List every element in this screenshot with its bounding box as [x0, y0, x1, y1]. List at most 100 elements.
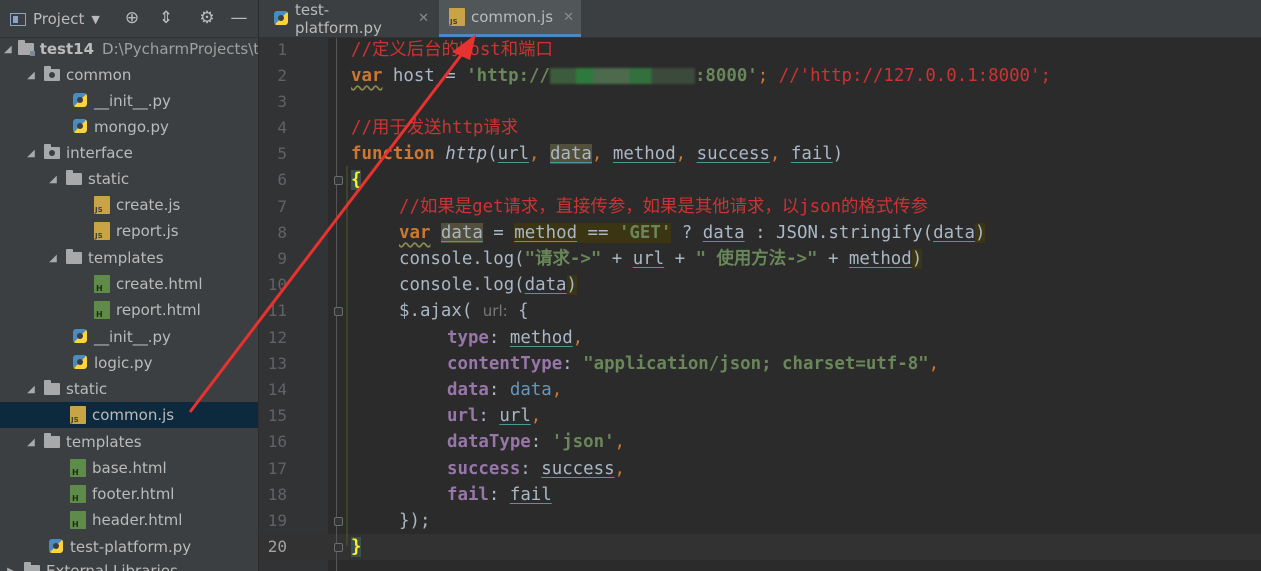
expand-triangle-icon[interactable]: ◢: [46, 174, 60, 185]
library-icon: [24, 562, 40, 571]
tree-item-file[interactable]: test-platform.py: [0, 534, 258, 560]
folder-icon: [66, 170, 82, 185]
javascript-file-icon: [94, 222, 110, 240]
tree-item-file[interactable]: base.html: [0, 455, 258, 481]
javascript-file-icon: [449, 8, 465, 26]
fold-marker-icon[interactable]: [334, 176, 343, 185]
line-number: 3: [277, 92, 287, 111]
line-number: 10: [267, 275, 287, 294]
project-path: D:\PycharmProjects\te: [102, 40, 259, 58]
javascript-file-icon: [94, 196, 110, 214]
collapse-triangle-icon[interactable]: ▶: [4, 566, 18, 571]
line-number: 7: [277, 197, 287, 216]
project-title: Project: [33, 10, 85, 28]
expand-triangle-icon[interactable]: ◢: [24, 148, 38, 159]
code-line-12: type: method,: [447, 328, 584, 348]
tree-item-label: report.html: [116, 301, 201, 319]
tree-item-file[interactable]: __init__.py: [0, 324, 258, 350]
fold-marker-icon[interactable]: [334, 543, 343, 552]
tree-item-label: __init__.py: [94, 92, 171, 110]
folder-icon: [44, 380, 60, 395]
expand-triangle-icon[interactable]: ◢: [24, 70, 38, 81]
tree-item-external-libraries[interactable]: ▶ External Libraries: [0, 558, 258, 571]
code-line-1: //定义后台的host和端口: [351, 37, 553, 63]
tree-item-project-root[interactable]: ◢ test14 D:\PycharmProjects\te: [0, 36, 259, 62]
tree-item-file[interactable]: create.html: [0, 271, 258, 297]
redacted-ip-block: [549, 68, 695, 84]
string-literal: 'http://: [466, 66, 550, 86]
tree-item-file[interactable]: header.html: [0, 507, 258, 533]
code-line-10: console.log(data): [399, 275, 578, 295]
project-icon: [10, 12, 26, 26]
tree-item-templates-folder[interactable]: ◢ templates: [0, 245, 258, 271]
tree-item-file[interactable]: footer.html: [0, 481, 258, 507]
hide-panel-icon[interactable]: —: [229, 8, 249, 28]
function-name: http: [445, 144, 488, 164]
code-text: $.ajax(: [399, 301, 473, 321]
line-number: 19: [267, 511, 287, 530]
python-file-icon: [273, 10, 289, 28]
tree-item-label: base.html: [92, 459, 167, 477]
code-line-13: contentType: "application/json; charset=…: [447, 354, 940, 374]
code-line-20: }: [351, 534, 362, 560]
scroll-from-source-icon[interactable]: ⊕: [122, 8, 142, 28]
fold-marker-icon[interactable]: [334, 517, 343, 526]
line-number: 18: [267, 485, 287, 504]
tree-item-file[interactable]: __init__.py: [0, 88, 258, 114]
param: method: [509, 328, 573, 348]
python-file-icon: [72, 92, 88, 110]
tree-item-label: test-platform.py: [70, 538, 192, 556]
python-file-icon: [72, 354, 88, 372]
tree-item-label: templates: [88, 249, 164, 267]
collapse-all-icon[interactable]: ⇕: [156, 8, 176, 28]
code-line-7: //如果是get请求，直接传参，如果是其他请求，以json的格式传参: [399, 194, 928, 220]
close-tab-icon[interactable]: ✕: [563, 10, 574, 25]
line-number: 14: [267, 380, 287, 399]
html-file-icon: [70, 511, 86, 529]
line-number: 9: [277, 249, 287, 268]
comment: //用于发送http请求: [351, 118, 519, 138]
code-text: });: [399, 511, 431, 531]
tree-item-static-folder[interactable]: ◢ static: [0, 376, 258, 402]
fold-marker-icon[interactable]: [334, 307, 343, 316]
tree-item-file[interactable]: logic.py: [0, 350, 258, 376]
expand-triangle-icon[interactable]: ◢: [4, 44, 12, 55]
tree-item-static-folder[interactable]: ◢ static: [0, 166, 258, 192]
project-view-selector[interactable]: Project ▼: [10, 9, 100, 29]
python-file-icon: [72, 118, 88, 136]
project-folder-icon: [17, 40, 35, 56]
tree-item-label: logic.py: [94, 354, 153, 372]
close-tab-icon[interactable]: ✕: [418, 11, 429, 26]
tree-item-file[interactable]: report.js: [0, 218, 258, 244]
tree-item-interface-folder[interactable]: ◢ interface: [0, 140, 258, 166]
tree-item-file[interactable]: mongo.py: [0, 114, 258, 140]
scope-indicator: [346, 166, 348, 546]
package-folder-icon: [44, 144, 60, 159]
expand-triangle-icon[interactable]: ◢: [24, 437, 38, 448]
tab-test-platform-py[interactable]: test-platform.py ✕: [263, 0, 439, 37]
expand-triangle-icon[interactable]: ◢: [46, 253, 60, 264]
param: url: [497, 144, 530, 164]
expand-triangle-icon[interactable]: ◢: [24, 384, 38, 395]
object-key: type: [447, 328, 489, 348]
tree-item-templates-folder[interactable]: ◢ templates: [0, 429, 258, 455]
settings-gear-icon[interactable]: ⚙: [197, 8, 217, 28]
param: fail: [509, 485, 552, 505]
keyword-var: var: [399, 223, 431, 243]
tree-item-common-folder[interactable]: ◢ common: [0, 62, 258, 88]
gutter-separator: [336, 38, 337, 571]
html-file-icon: [94, 301, 110, 319]
tree-item-file[interactable]: report.html: [0, 297, 258, 323]
tree-item-selected-file[interactable]: common.js: [0, 402, 258, 428]
tree-item-file[interactable]: create.js: [0, 192, 258, 218]
folder-icon: [66, 249, 82, 264]
editor-tab-bar: test-platform.py ✕ common.js ✕: [259, 0, 1261, 38]
code-line-16: dataType: 'json',: [447, 432, 626, 452]
tab-common-js[interactable]: common.js ✕: [439, 0, 581, 37]
brace-close: }: [351, 537, 362, 557]
tree-item-label: mongo.py: [94, 118, 169, 136]
string-literal: :8000': [694, 66, 758, 86]
param: method: [514, 223, 578, 243]
code-line-9: console.log("请求->" + url + " 使用方法->" + m…: [399, 249, 923, 269]
javascript-file-icon: [70, 406, 86, 424]
